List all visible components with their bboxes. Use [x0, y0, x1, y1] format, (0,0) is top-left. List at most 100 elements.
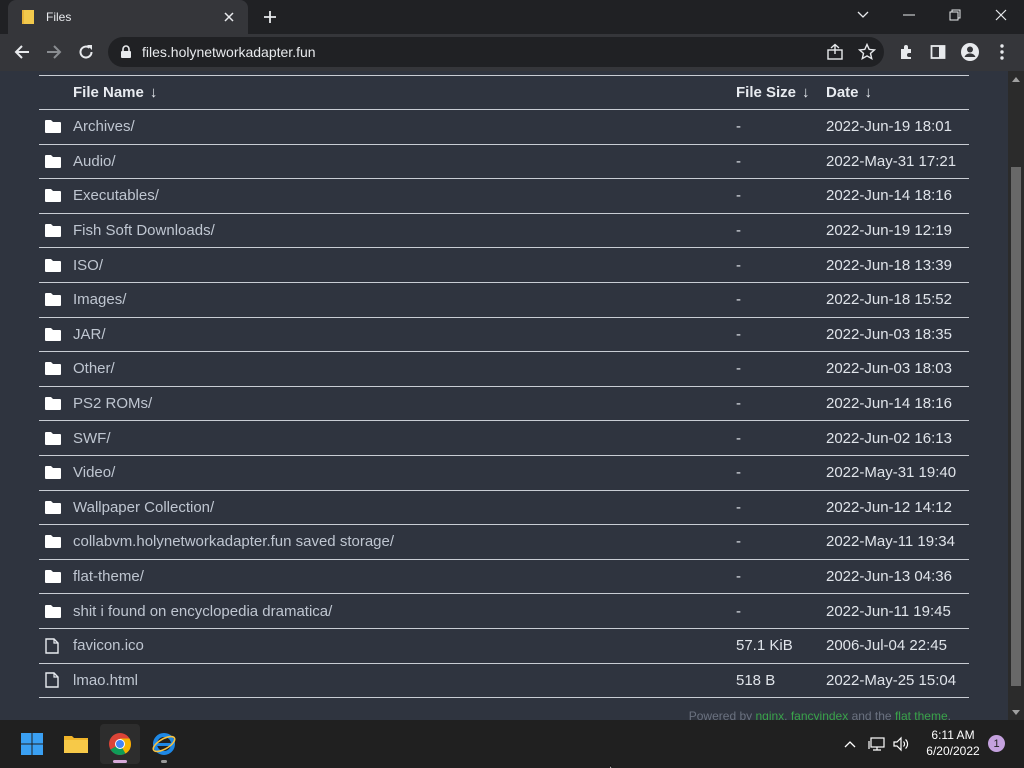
folder-icon: [39, 397, 73, 411]
file-size: -: [736, 429, 741, 447]
folder-link[interactable]: shit i found on encyclopedia dramatica/: [73, 603, 736, 620]
file-explorer-taskbar-button[interactable]: [56, 724, 96, 764]
listing-row: Fish Soft Downloads/- 2022-Jun-19 12:19: [39, 214, 969, 249]
sort-arrow-icon: ↓: [149, 83, 158, 101]
lock-icon[interactable]: [120, 45, 132, 64]
tab-close-icon[interactable]: [220, 8, 238, 26]
page-scrollbar[interactable]: [1008, 71, 1024, 720]
tab-files[interactable]: Files: [8, 0, 248, 34]
file-link[interactable]: lmao.html: [73, 672, 736, 689]
scrollbar-thumb[interactable]: [1011, 167, 1021, 686]
folder-icon: [39, 189, 73, 203]
clock-date: 6/20/2022: [926, 744, 980, 758]
sort-by-size-link[interactable]: File Size ↓: [736, 84, 826, 101]
file-date: 2022-Jun-19 18:01: [826, 118, 952, 136]
tab-search-icon[interactable]: [840, 0, 886, 30]
internet-explorer-taskbar-button[interactable]: [144, 724, 184, 764]
scroll-up-icon[interactable]: [1011, 74, 1021, 84]
folder-icon: [39, 258, 73, 272]
folder-link[interactable]: Executables/: [73, 187, 736, 204]
folder-link[interactable]: collabvm.holynetworkadapter.fun saved st…: [73, 533, 736, 550]
folder-link[interactable]: PS2 ROMs/: [73, 395, 736, 412]
folder-link[interactable]: flat-theme/: [73, 568, 736, 585]
file-size: -: [736, 256, 741, 274]
folder-link[interactable]: Audio/: [73, 153, 736, 170]
browser-toolbar: files.holynetworkadapter.fun: [0, 34, 1024, 71]
folder-link[interactable]: Images/: [73, 291, 736, 308]
folder-icon: [39, 500, 73, 514]
minimize-icon[interactable]: [886, 0, 932, 30]
menu-kebab-icon[interactable]: [988, 38, 1016, 66]
share-icon[interactable]: [826, 43, 844, 66]
folder-favicon-icon: [20, 9, 36, 25]
file-date: 2022-Jun-11 19:45: [826, 602, 951, 620]
reload-icon[interactable]: [72, 38, 100, 66]
file-date: 2022-Jun-03 18:03: [826, 360, 952, 378]
network-icon[interactable]: [866, 734, 888, 754]
side-panel-icon[interactable]: [924, 38, 952, 66]
file-date: 2022-May-25 15:04: [826, 671, 957, 689]
file-size: -: [736, 395, 741, 413]
file-date: 2022-Jun-14 18:16: [826, 395, 952, 413]
file-date: 2022-May-31 19:40: [826, 464, 957, 482]
chrome-taskbar-button[interactable]: [100, 724, 140, 764]
sort-arrow-icon: ↓: [802, 83, 810, 101]
folder-icon: [39, 327, 73, 341]
folder-icon: [39, 224, 73, 238]
listing-row: shit i found on encyclopedia dramatica/-…: [39, 594, 969, 629]
file-date: 2022-Jun-18 15:52: [826, 291, 952, 309]
folder-icon: [39, 431, 73, 445]
scroll-down-icon[interactable]: [1011, 707, 1021, 717]
internet-explorer-icon: [152, 733, 176, 755]
file-date: 2022-Jun-14 18:16: [826, 187, 952, 205]
file-date: 2022-Jun-02 16:13: [826, 429, 952, 447]
clock-time: 6:11 AM: [931, 728, 975, 742]
profile-avatar-icon[interactable]: [956, 38, 984, 66]
forward-icon[interactable]: [40, 38, 68, 66]
url-text[interactable]: files.holynetworkadapter.fun: [142, 44, 316, 60]
file-size: -: [736, 291, 741, 309]
new-tab-icon[interactable]: [258, 6, 282, 28]
folder-link[interactable]: Archives/: [73, 118, 736, 135]
folder-link[interactable]: Fish Soft Downloads/: [73, 222, 736, 239]
folder-link[interactable]: SWF/: [73, 430, 736, 447]
folder-link[interactable]: JAR/: [73, 326, 736, 343]
listing-row: ISO/- 2022-Jun-18 13:39: [39, 248, 969, 283]
back-icon[interactable]: [8, 38, 36, 66]
close-window-icon[interactable]: [978, 0, 1024, 30]
restore-icon[interactable]: [932, 0, 978, 30]
file-size: 518 B: [736, 671, 776, 689]
fancyindex-link[interactable]: fancyindex: [791, 709, 848, 720]
sort-by-date-link[interactable]: Date ↓: [826, 84, 969, 101]
file-link[interactable]: favicon.ico: [73, 637, 736, 654]
listing-row: Audio/- 2022-May-31 17:21: [39, 145, 969, 180]
listing-row: Images/- 2022-Jun-18 15:52: [39, 283, 969, 318]
folder-link[interactable]: Wallpaper Collection/: [73, 499, 736, 516]
listing-row: JAR/- 2022-Jun-03 18:35: [39, 318, 969, 353]
file-date: 2022-Jun-18 13:39: [826, 256, 952, 274]
folder-link[interactable]: ISO/: [73, 257, 736, 274]
file-size: -: [736, 152, 741, 170]
folder-icon: [64, 736, 88, 753]
folder-link[interactable]: Video/: [73, 464, 736, 481]
taskbar-clock[interactable]: 6:11 AM 6/20/2022: [918, 727, 988, 759]
listing-row: Video/- 2022-May-31 19:40: [39, 456, 969, 491]
file-size: -: [736, 568, 741, 586]
start-button[interactable]: [12, 724, 52, 764]
folder-link[interactable]: Other/: [73, 360, 736, 377]
tab-title: Files: [46, 10, 72, 24]
show-hidden-icons-icon[interactable]: [840, 734, 860, 754]
bookmark-star-icon[interactable]: [857, 42, 877, 66]
sort-by-name-link[interactable]: File Name ↓: [73, 84, 736, 101]
mouse-cursor-icon: [609, 760, 618, 768]
notification-count-badge[interactable]: 1: [988, 735, 1005, 752]
address-bar[interactable]: files.holynetworkadapter.fun: [108, 37, 884, 67]
folder-icon: [39, 535, 73, 549]
nginx-link[interactable]: nginx: [755, 709, 784, 720]
folder-icon: [39, 120, 73, 134]
file-date: 2022-Jun-12 14:12: [826, 498, 952, 516]
volume-icon[interactable]: [890, 734, 912, 754]
flat-theme-link[interactable]: flat theme: [895, 709, 948, 720]
extensions-icon[interactable]: [892, 38, 920, 66]
file-date: 2022-Jun-03 18:35: [826, 325, 952, 343]
